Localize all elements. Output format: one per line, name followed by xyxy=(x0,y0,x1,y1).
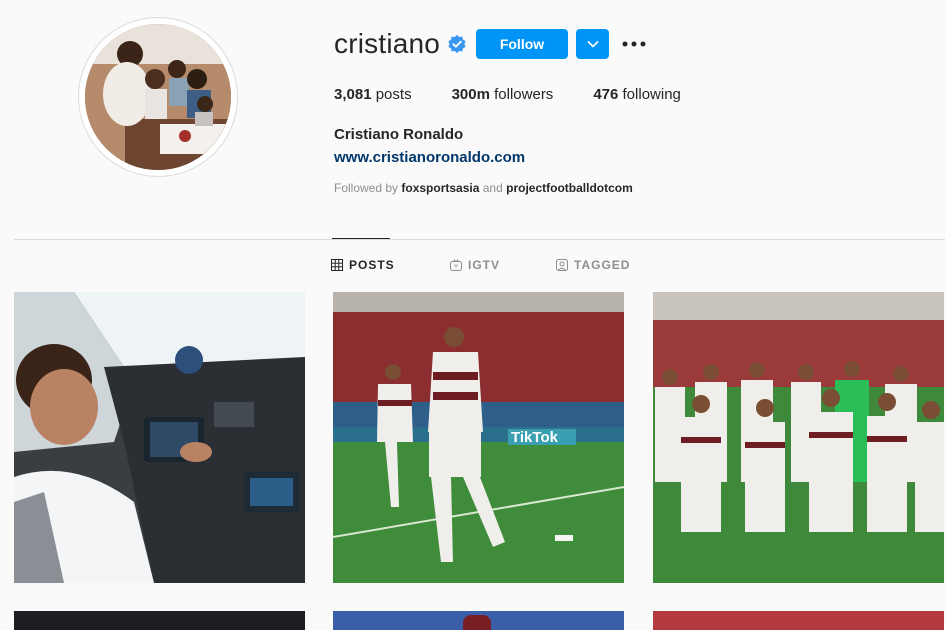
post-overlay-text: TikTok xyxy=(511,429,559,446)
tab-label: POSTS xyxy=(349,258,395,272)
profile-stats: 3,081 posts 300m followers 476 following xyxy=(334,86,721,103)
igtv-icon xyxy=(450,259,462,271)
followed-by-and: and xyxy=(482,181,503,195)
tagged-icon xyxy=(556,259,568,271)
tab-label: TAGGED xyxy=(574,258,631,272)
followed-by-prefix: Followed by xyxy=(334,181,399,195)
post-thumbnail[interactable] xyxy=(14,292,305,583)
followers-label: followers xyxy=(494,86,554,103)
post-thumbnail[interactable]: TikTok xyxy=(333,292,624,583)
website-link[interactable]: www.cristianoronaldo.com xyxy=(334,149,525,166)
username: cristiano xyxy=(334,28,441,59)
posts-count: 3,081 xyxy=(334,86,372,103)
tabs-divider xyxy=(14,239,945,240)
posts-label: posts xyxy=(375,86,412,103)
tab-posts[interactable]: POSTS xyxy=(331,258,395,272)
followed-by-user-link[interactable]: foxsportsasia xyxy=(401,181,479,195)
post-thumbnail[interactable] xyxy=(333,611,624,630)
verified-badge-icon xyxy=(448,35,466,53)
followers-stat[interactable]: 300m followers xyxy=(452,86,554,103)
following-stat[interactable]: 476 following xyxy=(593,86,681,103)
suggested-accounts-button[interactable] xyxy=(576,29,609,59)
follow-button[interactable]: Follow xyxy=(476,29,568,59)
full-name: Cristiano Ronaldo xyxy=(334,126,464,143)
active-tab-indicator xyxy=(332,238,390,239)
tab-igtv[interactable]: IGTV xyxy=(450,258,500,272)
post-thumbnail[interactable] xyxy=(653,611,944,630)
post-thumbnail[interactable] xyxy=(653,292,944,583)
more-options-button[interactable] xyxy=(622,34,646,54)
posts-stat: 3,081 posts xyxy=(334,86,412,103)
post-thumbnail[interactable] xyxy=(14,611,305,630)
more-horizontal-icon xyxy=(622,41,646,47)
profile-avatar[interactable] xyxy=(78,17,238,177)
following-count: 476 xyxy=(593,86,619,103)
username-row: cristiano xyxy=(334,28,466,60)
grid-icon xyxy=(331,259,343,271)
chevron-down-icon xyxy=(586,40,599,48)
tab-label: IGTV xyxy=(468,258,501,272)
followers-count: 300m xyxy=(451,86,490,103)
following-label: following xyxy=(622,86,681,103)
post-image-detail xyxy=(463,615,491,630)
followed-by-user-link[interactable]: projectfootballdotcom xyxy=(506,181,633,195)
avatar-image xyxy=(85,24,231,170)
tab-tagged[interactable]: TAGGED xyxy=(556,258,630,272)
followed-by: Followed by foxsportsasia and projectfoo… xyxy=(334,181,633,195)
